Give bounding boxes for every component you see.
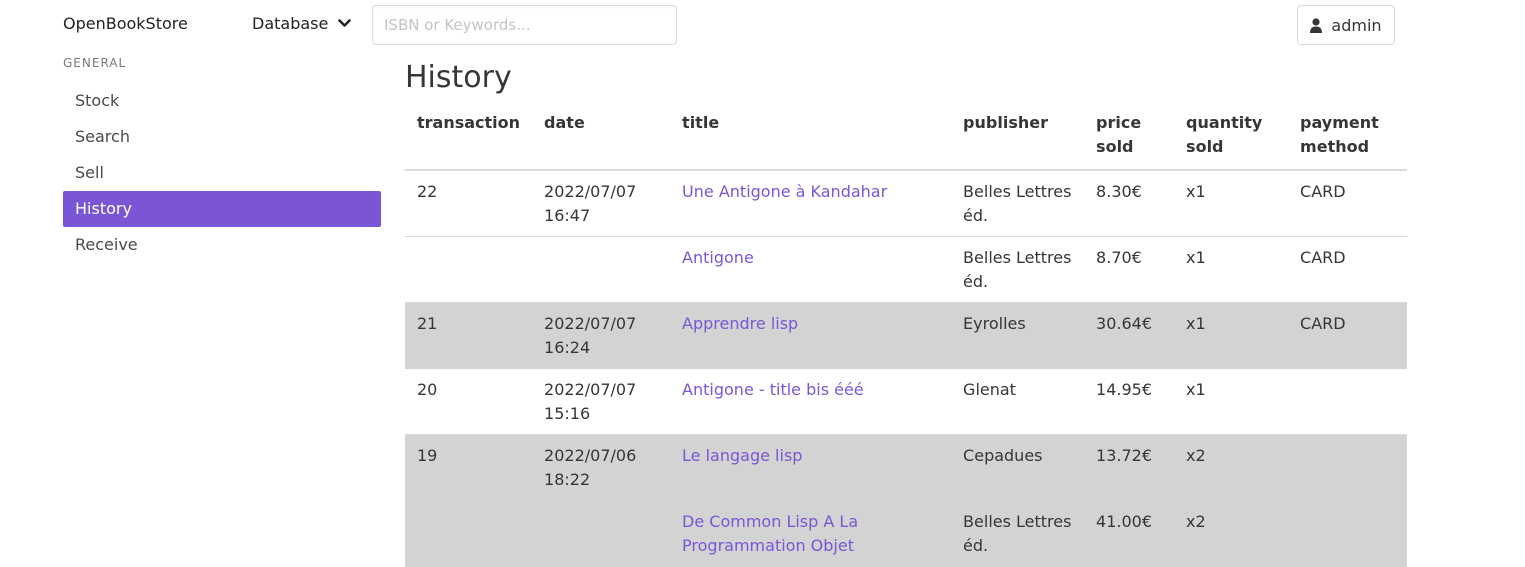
- user-icon: [1310, 17, 1323, 33]
- sidebar-menu: Stock Search Sell History Receive: [63, 83, 381, 263]
- cell-title: Apprendre lisp: [670, 302, 952, 369]
- cell-title: Une Antigone à Kandahar: [670, 170, 952, 237]
- header-quantity-sold: quantity sold: [1174, 108, 1289, 171]
- header-transaction: transaction: [405, 108, 533, 171]
- table-row: 20 2022/07/07 15:16 Antigone - title bis …: [405, 368, 1407, 435]
- cell-payment: [1288, 500, 1407, 567]
- cell-publisher: Belles Lettres éd.: [951, 500, 1085, 567]
- header-publisher: publisher: [951, 108, 1085, 171]
- cell-date: 2022/07/07 16:47: [532, 170, 671, 237]
- cell-date: 2022/07/07 16:24: [532, 302, 671, 369]
- search-input[interactable]: [372, 5, 677, 45]
- cell-quantity: x2: [1174, 434, 1289, 501]
- sidebar-item-receive[interactable]: Receive: [63, 227, 381, 263]
- book-title-link[interactable]: Le langage lisp: [682, 446, 802, 465]
- page-title: History: [405, 60, 512, 95]
- cell-date: [532, 236, 671, 303]
- cell-price: 14.95€: [1084, 368, 1175, 435]
- header-payment-method: payment method: [1288, 108, 1407, 171]
- cell-title: Le langage lisp: [670, 434, 952, 501]
- book-title-link[interactable]: Antigone: [682, 248, 754, 267]
- cell-title: De Common Lisp A La Programmation Objet: [670, 500, 952, 567]
- sidebar-item-sell[interactable]: Sell: [63, 155, 381, 191]
- table-row: 22 2022/07/07 16:47 Une Antigone à Kandah…: [405, 170, 1407, 237]
- cell-date: 2022/07/07 15:16: [532, 368, 671, 435]
- cell-date: 2022/07/06 18:22: [532, 434, 671, 501]
- book-title-link[interactable]: De Common Lisp A La Programmation Objet: [682, 512, 858, 555]
- cell-payment: CARD: [1288, 236, 1407, 303]
- top-navbar: OpenBookStore Database admin: [0, 0, 1525, 52]
- header-date: date: [532, 108, 671, 171]
- cell-transaction: 21: [405, 302, 533, 369]
- admin-user-label: admin: [1331, 15, 1382, 35]
- cell-payment: CARD: [1288, 170, 1407, 237]
- cell-publisher: Cepadues: [951, 434, 1085, 501]
- chevron-down-icon: [338, 19, 352, 27]
- cell-title: Antigone: [670, 236, 952, 303]
- cell-publisher: Belles Lettres éd.: [951, 236, 1085, 303]
- cell-quantity: x1: [1174, 368, 1289, 435]
- cell-quantity: x1: [1174, 170, 1289, 237]
- cell-price: 30.64€: [1084, 302, 1175, 369]
- cell-title: Antigone - title bis ééé: [670, 368, 952, 435]
- cell-price: 8.70€: [1084, 236, 1175, 303]
- cell-transaction: [405, 500, 533, 567]
- cell-price: 8.30€: [1084, 170, 1175, 237]
- header-price-sold: price sold: [1084, 108, 1175, 171]
- table-row: 19 2022/07/06 18:22 Le langage lisp Cepad…: [405, 434, 1407, 501]
- cell-publisher: Eyrolles: [951, 302, 1085, 369]
- cell-price: 41.00€: [1084, 500, 1175, 567]
- cell-transaction: 22: [405, 170, 533, 237]
- sidebar-item-stock[interactable]: Stock: [63, 83, 381, 119]
- sidebar-item-search[interactable]: Search: [63, 119, 381, 155]
- cell-publisher: Glenat: [951, 368, 1085, 435]
- cell-quantity: x1: [1174, 236, 1289, 303]
- table-row: Antigone Belles Lettres éd. 8.70€ x1 CAR…: [405, 236, 1407, 303]
- cell-payment: [1288, 434, 1407, 501]
- admin-user-button[interactable]: admin: [1297, 5, 1395, 45]
- cell-publisher: Belles Lettres éd.: [951, 170, 1085, 237]
- cell-payment: [1288, 368, 1407, 435]
- sidebar-item-history[interactable]: History: [63, 191, 381, 227]
- database-dropdown-label: Database: [252, 14, 329, 33]
- cell-quantity: x1: [1174, 302, 1289, 369]
- book-title-link[interactable]: Une Antigone à Kandahar: [682, 182, 887, 201]
- brand-link[interactable]: OpenBookStore: [63, 14, 188, 33]
- book-title-link[interactable]: Apprendre lisp: [682, 314, 798, 333]
- cell-transaction: 19: [405, 434, 533, 501]
- table-row: 21 2022/07/07 16:24 Apprendre lisp Eyroll…: [405, 302, 1407, 369]
- history-table: transaction date title publisher price so…: [405, 108, 1407, 567]
- sidebar-section-label: GENERAL: [63, 56, 127, 70]
- cell-transaction: 20: [405, 368, 533, 435]
- table-row: De Common Lisp A La Programmation Objet …: [405, 500, 1407, 567]
- cell-quantity: x2: [1174, 500, 1289, 567]
- cell-transaction: [405, 236, 533, 303]
- cell-price: 13.72€: [1084, 434, 1175, 501]
- cell-date: [532, 500, 671, 567]
- book-title-link[interactable]: Antigone - title bis ééé: [682, 380, 864, 399]
- header-title: title: [670, 108, 952, 171]
- cell-payment: CARD: [1288, 302, 1407, 369]
- table-header-row: transaction date title publisher price so…: [405, 108, 1407, 171]
- database-dropdown[interactable]: Database: [252, 14, 352, 33]
